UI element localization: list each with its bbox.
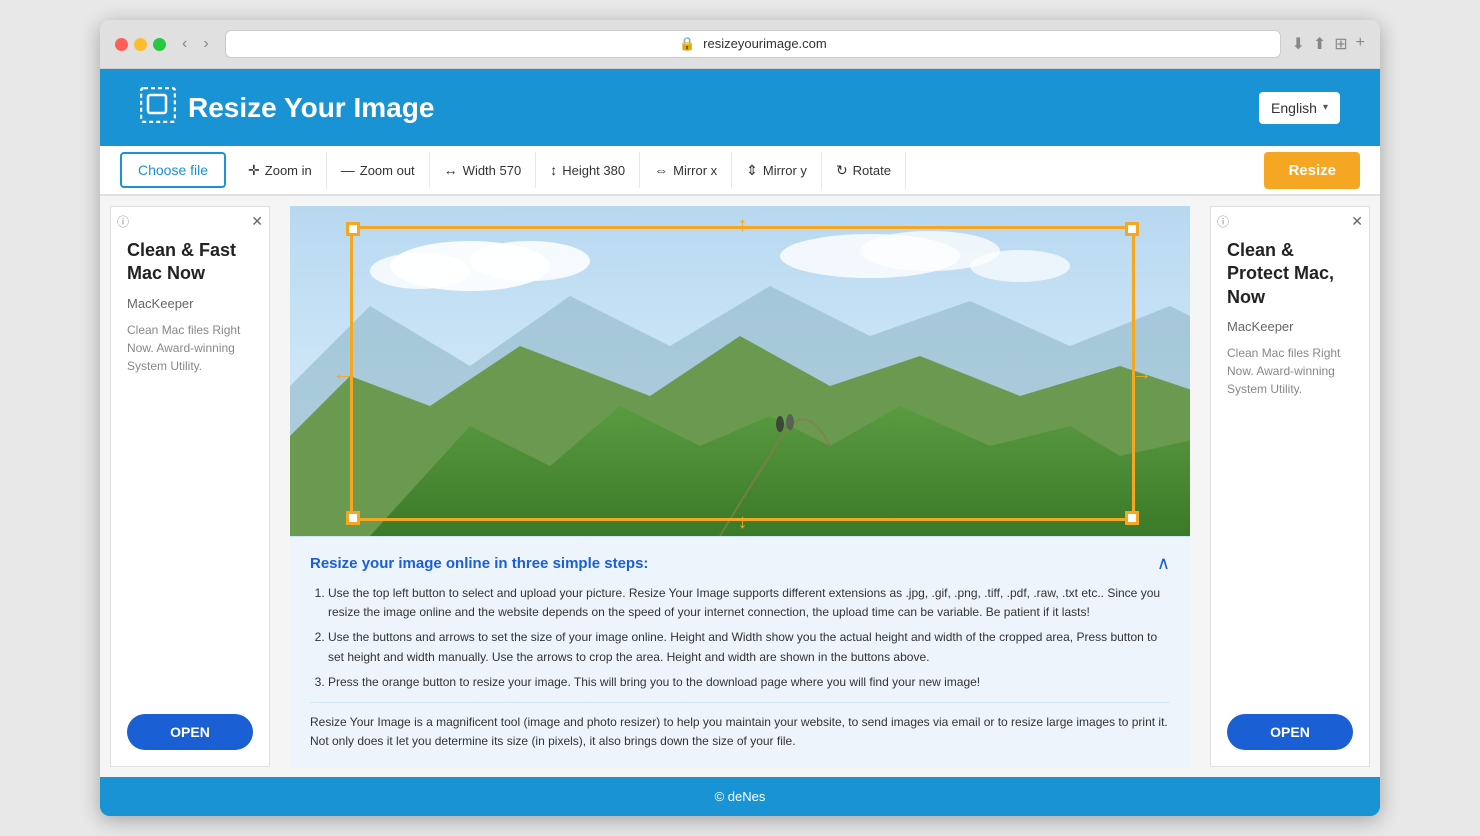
language-selector[interactable]: English ▾ <box>1259 92 1340 124</box>
width-icon: ↔ <box>444 162 458 178</box>
language-label: English <box>1271 100 1317 116</box>
minimize-dot[interactable] <box>134 38 147 51</box>
info-step-3: Press the orange button to resize your i… <box>328 673 1170 692</box>
rotate-button[interactable]: ↻ Rotate <box>822 152 906 189</box>
browser-actions: ⬇ ⬆ ⊞ + <box>1291 34 1365 54</box>
site-footer: © deNes <box>100 777 1380 816</box>
crop-handle-tr[interactable] <box>1125 222 1139 236</box>
crop-handle-bl[interactable] <box>346 511 360 525</box>
image-container: ↑ ↓ ← → <box>290 206 1190 536</box>
site-title: Resize Your Image <box>188 92 434 124</box>
info-title: Resize your image online in three simple… <box>310 553 1170 574</box>
url-bar[interactable]: 🔒 resizeyourimage.com <box>225 30 1282 58</box>
logo-area: Resize Your Image <box>140 87 434 128</box>
lock-icon: 🔒 <box>679 36 695 51</box>
crop-overlay[interactable]: ↑ ↓ ← → <box>350 226 1135 521</box>
resize-button[interactable]: Resize <box>1264 152 1360 189</box>
ad-info-icon-right[interactable]: ⓘ <box>1217 213 1229 230</box>
info-step-2: Use the buttons and arrows to set the si… <box>328 628 1170 666</box>
url-text: resizeyourimage.com <box>703 36 827 51</box>
collapse-button[interactable]: ∧ <box>1157 553 1170 574</box>
browser-nav: ‹ › <box>176 33 215 55</box>
site-header: Resize Your Image English ▾ <box>100 69 1380 146</box>
info-step-1: Use the top left button to select and up… <box>328 584 1170 622</box>
maximize-dot[interactable] <box>153 38 166 51</box>
browser-window: ‹ › 🔒 resizeyourimage.com ⬇ ⬆ ⊞ + <box>100 20 1380 816</box>
width-button[interactable]: ↔ Width 570 <box>430 152 537 188</box>
crop-arrow-left[interactable]: ← <box>333 364 353 384</box>
mirror-y-button[interactable]: ⇕ Mirror y <box>732 152 822 189</box>
copyright-text: © deNes <box>715 789 766 804</box>
right-ad-brand: MacKeeper <box>1227 319 1353 334</box>
right-ad-panel: ⓘ ✕ Clean & Protect Mac, Now MacKeeper C… <box>1210 206 1370 767</box>
mirror-y-icon: ⇕ <box>746 162 758 179</box>
download-icon[interactable]: ⬇ <box>1291 34 1304 54</box>
logo-icon <box>140 87 176 128</box>
website: Resize Your Image English ▾ Choose file … <box>100 69 1380 816</box>
right-ad-body: Clean Mac files Right Now. Award-winning… <box>1227 344 1353 398</box>
close-dot[interactable] <box>115 38 128 51</box>
toolbar: Choose file ✛ Zoom in — Zoom out ↔ Width… <box>100 146 1380 196</box>
right-ad-open-button[interactable]: OPEN <box>1227 714 1353 750</box>
info-section: Resize your image online in three simple… <box>290 536 1190 767</box>
forward-button[interactable]: › <box>197 33 214 55</box>
rotate-icon: ↻ <box>836 162 848 179</box>
back-button[interactable]: ‹ <box>176 33 193 55</box>
browser-titlebar: ‹ › 🔒 resizeyourimage.com ⬇ ⬆ ⊞ + <box>100 20 1380 69</box>
mirror-x-icon: ⇔ <box>654 162 668 178</box>
window-controls <box>115 38 166 51</box>
left-ad-brand: MacKeeper <box>127 296 253 311</box>
footer-description: Resize Your Image is a magnificent tool … <box>310 702 1170 751</box>
main-content: ⓘ ✕ Clean & Fast Mac Now MacKeeper Clean… <box>100 196 1380 777</box>
mirror-x-button[interactable]: ⇔ Mirror x <box>640 152 732 188</box>
left-ad-headline: Clean & Fast Mac Now <box>127 239 253 286</box>
crop-handle-br[interactable] <box>1125 511 1139 525</box>
crop-arrow-right[interactable]: → <box>1132 364 1152 384</box>
zoom-in-icon: ✛ <box>248 162 260 179</box>
zoom-out-icon: — <box>341 162 355 178</box>
zoom-in-button[interactable]: ✛ Zoom in <box>234 152 327 189</box>
share-icon[interactable]: ⬆ <box>1313 34 1326 54</box>
canvas-area: ↑ ↓ ← → Resize your image online in thre… <box>280 196 1200 777</box>
info-steps-list: Use the top left button to select and up… <box>310 584 1170 692</box>
height-button[interactable]: ↕ Height 380 <box>536 152 640 188</box>
left-ad-panel: ⓘ ✕ Clean & Fast Mac Now MacKeeper Clean… <box>110 206 270 767</box>
crop-arrow-bottom[interactable]: ↓ <box>738 512 748 532</box>
chevron-down-icon: ▾ <box>1323 102 1328 113</box>
crop-arrow-top[interactable]: ↑ <box>738 215 748 235</box>
crop-handle-tl[interactable] <box>346 222 360 236</box>
tabs-icon[interactable]: ⊞ <box>1334 34 1347 54</box>
ad-info-icon-left[interactable]: ⓘ <box>117 213 129 230</box>
zoom-out-button[interactable]: — Zoom out <box>327 152 430 188</box>
ad-close-icon-left[interactable]: ✕ <box>251 213 263 230</box>
ad-close-icon-right[interactable]: ✕ <box>1351 213 1363 230</box>
choose-file-button[interactable]: Choose file <box>120 152 226 188</box>
left-ad-body: Clean Mac files Right Now. Award-winning… <box>127 321 253 375</box>
new-tab-icon[interactable]: + <box>1356 34 1365 54</box>
left-ad-open-button[interactable]: OPEN <box>127 714 253 750</box>
right-ad-headline: Clean & Protect Mac, Now <box>1227 239 1353 309</box>
height-icon: ↕ <box>550 162 557 178</box>
